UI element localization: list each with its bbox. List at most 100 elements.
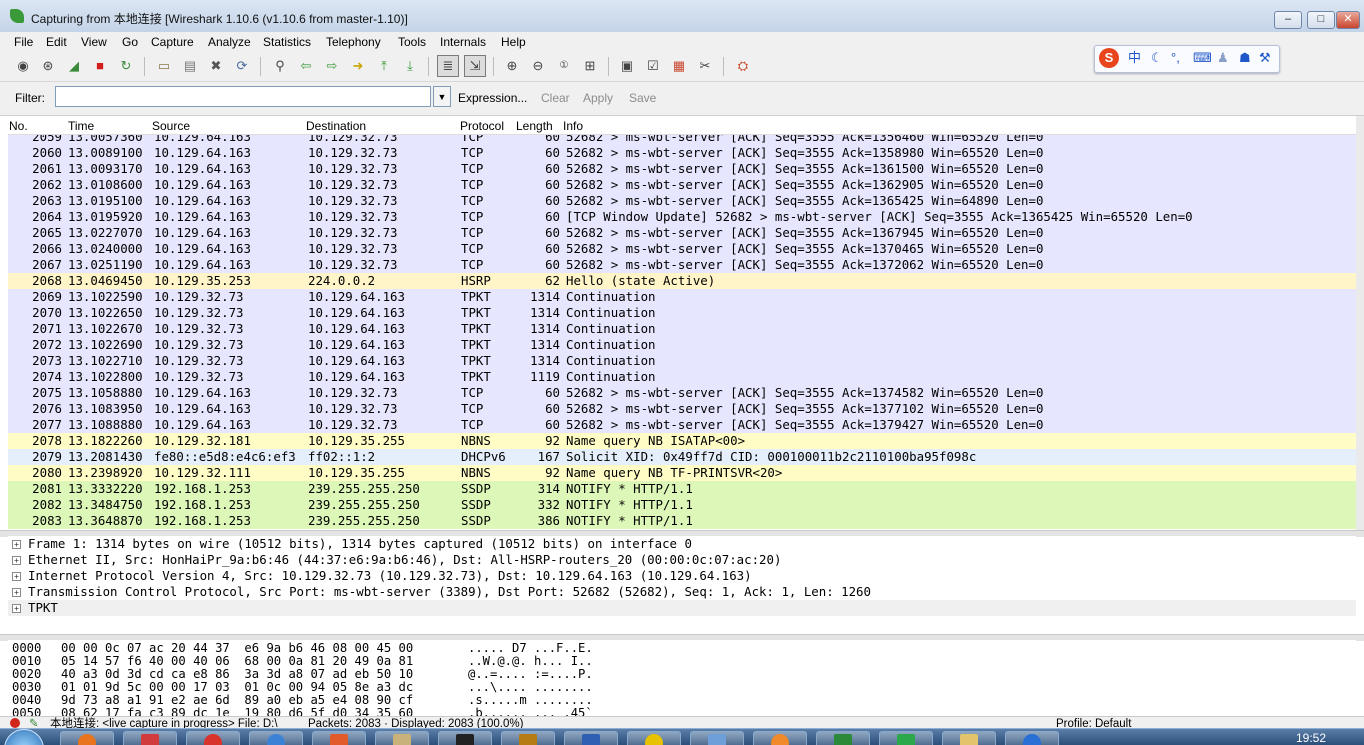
capture-options-icon[interactable]: ⊛: [39, 57, 57, 75]
taskbar-app-mail[interactable]: [942, 731, 996, 745]
packet-details-pane[interactable]: +Frame 1: 1314 bytes on wire (10512 bits…: [8, 536, 1356, 634]
preferences-icon[interactable]: ✂: [696, 57, 714, 75]
packet-bytes-pane[interactable]: 000000 00 0c 07 ac 20 44 37 e6 9a b6 46 …: [8, 640, 1356, 718]
detail-tree-item[interactable]: +Ethernet II, Src: HonHaiPr_9a:b6:46 (44…: [8, 552, 1356, 568]
start-capture-icon[interactable]: ◢: [65, 57, 83, 75]
taskbar-app-green[interactable]: [879, 731, 933, 745]
expression-button[interactable]: Expression...: [458, 91, 527, 105]
zoom-in-icon[interactable]: ⊕: [503, 57, 521, 75]
start-button[interactable]: [4, 729, 44, 745]
packet-row[interactable]: 207313.102271010.129.32.7310.129.64.163T…: [8, 353, 1356, 369]
save-file-icon[interactable]: ▤: [181, 57, 199, 75]
packet-row[interactable]: 206313.019510010.129.64.16310.129.32.73T…: [8, 193, 1356, 209]
menu-statistics[interactable]: Statistics: [263, 35, 311, 49]
colorize-icon[interactable]: ≣: [437, 55, 459, 77]
taskbar-wireshark[interactable]: [1005, 731, 1059, 745]
taskbar-app-blue[interactable]: [249, 731, 303, 745]
save-filter-button[interactable]: Save: [629, 91, 656, 105]
packet-row[interactable]: 207913.2081430fe80::e5d8:e4c6:ef3ff02::1…: [8, 449, 1356, 465]
go-back-icon[interactable]: ⇦: [297, 57, 315, 75]
packet-list-scrollbar[interactable]: [1356, 116, 1364, 530]
packet-row[interactable]: 208313.3648870192.168.1.253239.255.255.2…: [8, 513, 1356, 529]
packet-row[interactable]: 206913.102259010.129.32.7310.129.64.163T…: [8, 289, 1356, 305]
packet-row[interactable]: 207413.102280010.129.32.7310.129.64.163T…: [8, 369, 1356, 385]
detail-tree-item[interactable]: +Internet Protocol Version 4, Src: 10.12…: [8, 568, 1356, 584]
taskbar-cmd[interactable]: [438, 731, 492, 745]
menu-view[interactable]: View: [81, 35, 107, 49]
capture-running-icon[interactable]: [10, 718, 20, 728]
taskbar-chrome[interactable]: [186, 731, 240, 745]
packet-row[interactable]: 207713.108888010.129.64.16310.129.32.73T…: [8, 417, 1356, 433]
packet-row[interactable]: 206213.010860010.129.64.16310.129.32.73T…: [8, 177, 1356, 193]
menu-capture[interactable]: Capture: [151, 35, 194, 49]
menu-go[interactable]: Go: [122, 35, 138, 49]
help-icon[interactable]: ⛭: [734, 57, 752, 75]
expand-plus-icon[interactable]: +: [12, 556, 21, 565]
open-file-icon[interactable]: ▭: [155, 57, 173, 75]
packet-row[interactable]: 206713.025119010.129.64.16310.129.32.73T…: [8, 257, 1356, 273]
taskbar-firefox[interactable]: [60, 731, 114, 745]
restart-capture-icon[interactable]: ↻: [117, 57, 135, 75]
stop-capture-icon[interactable]: ■: [91, 57, 109, 75]
keyboard-icon[interactable]: ⌨: [1193, 50, 1212, 66]
zoom-out-icon[interactable]: ⊖: [529, 57, 547, 75]
close-button[interactable]: ✕: [1336, 11, 1360, 29]
menu-internals[interactable]: Internals: [440, 35, 486, 49]
close-file-icon[interactable]: ✖: [207, 57, 225, 75]
column-header-no[interactable]: No.: [9, 119, 28, 133]
interfaces-icon[interactable]: ◉: [14, 57, 32, 75]
clear-button[interactable]: Clear: [541, 91, 570, 105]
taskbar-app-grid[interactable]: [123, 731, 177, 745]
punctuation-icon[interactable]: °,: [1171, 50, 1180, 66]
menu-analyze[interactable]: Analyze: [208, 35, 251, 49]
ime-language-toggle[interactable]: 中: [1128, 50, 1141, 66]
packet-row[interactable]: 207513.105888010.129.64.16310.129.32.73T…: [8, 385, 1356, 401]
detail-tree-item[interactable]: +Transmission Control Protocol, Src Port…: [8, 584, 1356, 600]
menu-file[interactable]: File: [14, 35, 33, 49]
column-header-source[interactable]: Source: [152, 119, 190, 133]
zoom-normal-icon[interactable]: ①: [555, 57, 573, 75]
expand-plus-icon[interactable]: +: [12, 540, 21, 549]
menu-edit[interactable]: Edit: [46, 35, 67, 49]
taskbar-excel[interactable]: [816, 731, 870, 745]
taskbar-word[interactable]: [564, 731, 618, 745]
menu-telephony[interactable]: Telephony: [326, 35, 381, 49]
go-first-packet-icon[interactable]: ⤒: [375, 57, 393, 75]
column-header-protocol[interactable]: Protocol: [460, 119, 504, 133]
taskbar-app-orb[interactable]: [753, 731, 807, 745]
filter-input[interactable]: [55, 86, 431, 107]
column-header-time[interactable]: Time: [68, 119, 94, 133]
packet-row[interactable]: 207013.102265010.129.32.7310.129.64.163T…: [8, 305, 1356, 321]
taskbar-app-yellow[interactable]: [627, 731, 681, 745]
taskbar-app-e[interactable]: [501, 731, 555, 745]
menu-help[interactable]: Help: [501, 35, 526, 49]
taskbar-app-orange[interactable]: [312, 731, 366, 745]
menu-tools[interactable]: Tools: [398, 35, 426, 49]
column-header-length[interactable]: Length: [516, 119, 553, 133]
moon-icon[interactable]: ☾: [1151, 50, 1163, 66]
expand-plus-icon[interactable]: +: [12, 572, 21, 581]
settings-wrench-icon[interactable]: ⚒: [1259, 50, 1271, 66]
resize-columns-icon[interactable]: ⊞: [581, 57, 599, 75]
packet-row[interactable]: 207113.102267010.129.32.7310.129.64.163T…: [8, 321, 1356, 337]
packet-row[interactable]: 206613.024000010.129.64.16310.129.32.73T…: [8, 241, 1356, 257]
column-header-info[interactable]: Info: [563, 119, 583, 133]
expand-plus-icon[interactable]: +: [12, 604, 21, 613]
go-forward-icon[interactable]: ⇨: [323, 57, 341, 75]
detail-tree-item[interactable]: +Frame 1: 1314 bytes on wire (10512 bits…: [8, 536, 1356, 552]
auto-scroll-icon[interactable]: ⇲: [464, 55, 486, 77]
packet-row[interactable]: 206113.009317010.129.64.16310.129.32.73T…: [8, 161, 1356, 177]
packet-row[interactable]: 208213.3484750192.168.1.253239.255.255.2…: [8, 497, 1356, 513]
sogou-logo-icon[interactable]: S: [1099, 48, 1119, 68]
coloring-rules-icon[interactable]: ▦: [670, 57, 688, 75]
column-header-destination[interactable]: Destination: [306, 119, 366, 133]
taskbar-clock[interactable]: 19:52: [1296, 731, 1326, 745]
skin-icon[interactable]: ☗: [1239, 50, 1251, 66]
reload-icon[interactable]: ⟳: [233, 57, 251, 75]
packet-row[interactable]: 207813.182226010.129.32.18110.129.35.255…: [8, 433, 1356, 449]
detail-tree-item[interactable]: +TPKT: [8, 600, 1356, 616]
taskbar-app-folder[interactable]: [375, 731, 429, 745]
packet-row[interactable]: 206513.022707010.129.64.16310.129.32.73T…: [8, 225, 1356, 241]
find-packet-icon[interactable]: ⚲: [271, 57, 289, 75]
minimize-button[interactable]: –: [1274, 11, 1302, 29]
